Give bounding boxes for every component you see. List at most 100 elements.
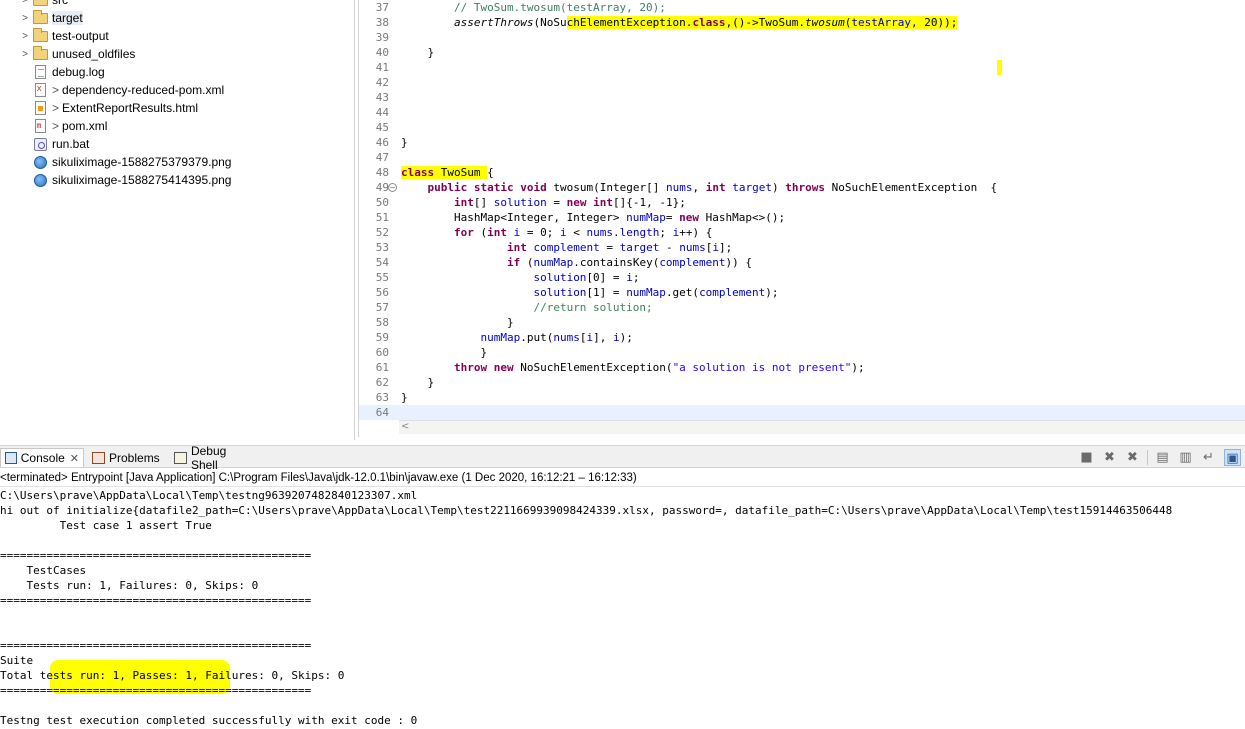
tree-item-label: test-output bbox=[52, 29, 109, 43]
tree-item[interactable]: > src bbox=[0, 0, 350, 9]
code-line[interactable]: 63} bbox=[359, 390, 1245, 405]
expand-arrow-icon[interactable]: > bbox=[18, 31, 32, 42]
code-line[interactable]: 60 } bbox=[359, 345, 1245, 360]
code-line[interactable]: 52 for (int i = 0; i < nums.length; i++)… bbox=[359, 225, 1245, 240]
code-line[interactable]: 44 bbox=[359, 105, 1245, 120]
pin-console-icon[interactable]: ▣ bbox=[1224, 449, 1241, 466]
code-line[interactable]: 38 assertThrows(NoSuchElementException.c… bbox=[359, 15, 1245, 30]
remove-launch-icon[interactable]: ✖ bbox=[1101, 449, 1118, 466]
tree-item[interactable]: > test-output bbox=[0, 27, 350, 45]
code-line[interactable]: 62 } bbox=[359, 375, 1245, 390]
code-line[interactable]: 57 //return solution; bbox=[359, 300, 1245, 315]
code-token: int bbox=[506, 241, 527, 254]
code-token: new bbox=[566, 196, 587, 209]
code-line[interactable]: 47 bbox=[359, 150, 1245, 165]
line-number: 59 bbox=[375, 331, 389, 344]
line-number: 58 bbox=[375, 316, 389, 329]
code-token: class bbox=[692, 16, 726, 29]
console-line: ========================================… bbox=[0, 684, 312, 697]
code-line[interactable]: 58 } bbox=[359, 315, 1245, 330]
code-token: HashMap<>(); bbox=[699, 211, 786, 224]
remove-all-terminated-icon[interactable]: ✖ bbox=[1124, 449, 1141, 466]
tab-problems[interactable]: Problems bbox=[88, 448, 166, 467]
code-token: } bbox=[401, 391, 408, 404]
code-text: } bbox=[401, 315, 514, 330]
code-token: [1] = bbox=[586, 286, 627, 299]
folder-icon bbox=[32, 9, 48, 26]
tree-item[interactable]: run.bat bbox=[0, 135, 350, 153]
code-line[interactable]: 50 int[] solution = new int[]{-1, -1}; bbox=[359, 195, 1245, 210]
line-number: 37 bbox=[375, 1, 389, 14]
code-line[interactable]: 42 bbox=[359, 75, 1245, 90]
scroll-lock-icon[interactable]: ▥ bbox=[1177, 449, 1194, 466]
tree-item[interactable]: > ExtentReportResults.html bbox=[0, 99, 350, 117]
xml-file-icon bbox=[32, 82, 48, 98]
close-icon[interactable]: ✕ bbox=[70, 452, 79, 465]
expand-arrow-icon[interactable]: > bbox=[18, 0, 32, 6]
code-line[interactable]: 61 throw new NoSuchElementException("a s… bbox=[359, 360, 1245, 375]
tree-item-label: ExtentReportResults.html bbox=[62, 101, 199, 115]
code-text: assertThrows(NoSuchElementException.clas… bbox=[401, 15, 958, 30]
console-line: ========================================… bbox=[0, 594, 312, 607]
line-number: 55 bbox=[375, 271, 389, 284]
code-line[interactable]: 37 // TwoSum.twosum(testArray, 20); bbox=[359, 0, 1245, 15]
tree-item[interactable]: sikuliximage-1588275414395.png bbox=[0, 171, 350, 189]
tree-item[interactable]: > unused_oldfiles bbox=[0, 45, 350, 63]
code-line[interactable]: 56 solution[1] = numMap.get(complement); bbox=[359, 285, 1245, 300]
word-wrap-icon[interactable]: ↵ bbox=[1200, 449, 1217, 466]
bat-file-icon bbox=[32, 136, 48, 152]
git-outgoing-marker: > bbox=[52, 83, 60, 97]
tree-item[interactable]: > target bbox=[0, 9, 350, 27]
code-line[interactable]: 53 int complement = target - nums[i]; bbox=[359, 240, 1245, 255]
code-line[interactable]: 54 if (numMap.containsKey(complement)) { bbox=[359, 255, 1245, 270]
code-token: new bbox=[679, 211, 700, 224]
expand-arrow-icon[interactable]: > bbox=[18, 49, 32, 60]
code-line[interactable]: 39 bbox=[359, 30, 1245, 45]
code-line[interactable]: 49– public static void twosum(Integer[] … bbox=[359, 180, 1245, 195]
console-line: ========================================… bbox=[0, 549, 312, 562]
console-line: hi out of initialize{datafile2_path=C:\U… bbox=[0, 504, 1173, 517]
code-line[interactable]: 45 bbox=[359, 120, 1245, 135]
console-output[interactable]: C:\Users\prave\AppData\Local\Temp\testng… bbox=[0, 488, 1245, 729]
code-line[interactable]: 55 solution[0] = i; bbox=[359, 270, 1245, 285]
tree-item[interactable]: sikuliximage-1588275379379.png bbox=[0, 153, 350, 171]
fold-toggle-icon[interactable]: – bbox=[388, 183, 397, 192]
code-line[interactable]: 51 HashMap<Integer, Integer> numMap= new… bbox=[359, 210, 1245, 225]
code-editor[interactable]: 37 // TwoSum.twosum(testArray, 20); 38 as… bbox=[358, 0, 1245, 437]
code-line[interactable]: 48 class TwoSum { bbox=[359, 165, 1245, 180]
editor-horizontal-scrollbar[interactable]: < bbox=[399, 420, 1245, 434]
line-number: 40 bbox=[375, 46, 389, 59]
code-token: []{-1, -1}; bbox=[612, 196, 686, 209]
code-line[interactable]: 43 bbox=[359, 90, 1245, 105]
code-token: ; bbox=[659, 226, 673, 239]
tab-debug-shell[interactable]: Debug Shell bbox=[170, 444, 260, 472]
tree-item[interactable]: >pom.xml bbox=[0, 117, 350, 135]
tab-console[interactable]: Console ✕ bbox=[0, 448, 84, 467]
code-token: (NoSu bbox=[533, 16, 567, 29]
tree-item[interactable]: >dependency-reduced-pom.xml bbox=[0, 81, 350, 99]
scroll-left-icon[interactable]: < bbox=[401, 421, 409, 432]
line-number: 50 bbox=[375, 196, 389, 209]
toolbar-separator bbox=[1147, 450, 1148, 465]
console-line: Testng test execution completed successf… bbox=[0, 714, 418, 727]
code-token: numMap bbox=[533, 256, 574, 269]
code-token: ], bbox=[593, 331, 613, 344]
code-token: complement bbox=[659, 256, 726, 269]
tab-label: Debug Shell bbox=[190, 443, 227, 472]
code-line[interactable]: 59 numMap.put(nums[i], i); bbox=[359, 330, 1245, 345]
code-token: ++) { bbox=[679, 226, 713, 239]
code-line[interactable]: 64 bbox=[359, 405, 1245, 420]
code-line[interactable]: 46} bbox=[359, 135, 1245, 150]
terminate-icon[interactable]: ■ bbox=[1078, 449, 1095, 466]
console-line: C:\Users\prave\AppData\Local\Temp\testng… bbox=[0, 489, 418, 502]
code-line[interactable]: 41 bbox=[359, 60, 1245, 75]
code-line[interactable]: 40 } bbox=[359, 45, 1245, 60]
tree-item[interactable]: debug.log bbox=[0, 63, 350, 81]
expand-arrow-icon[interactable]: > bbox=[18, 13, 32, 24]
code-token: int bbox=[453, 196, 474, 209]
clear-console-icon[interactable]: ▤ bbox=[1154, 449, 1171, 466]
